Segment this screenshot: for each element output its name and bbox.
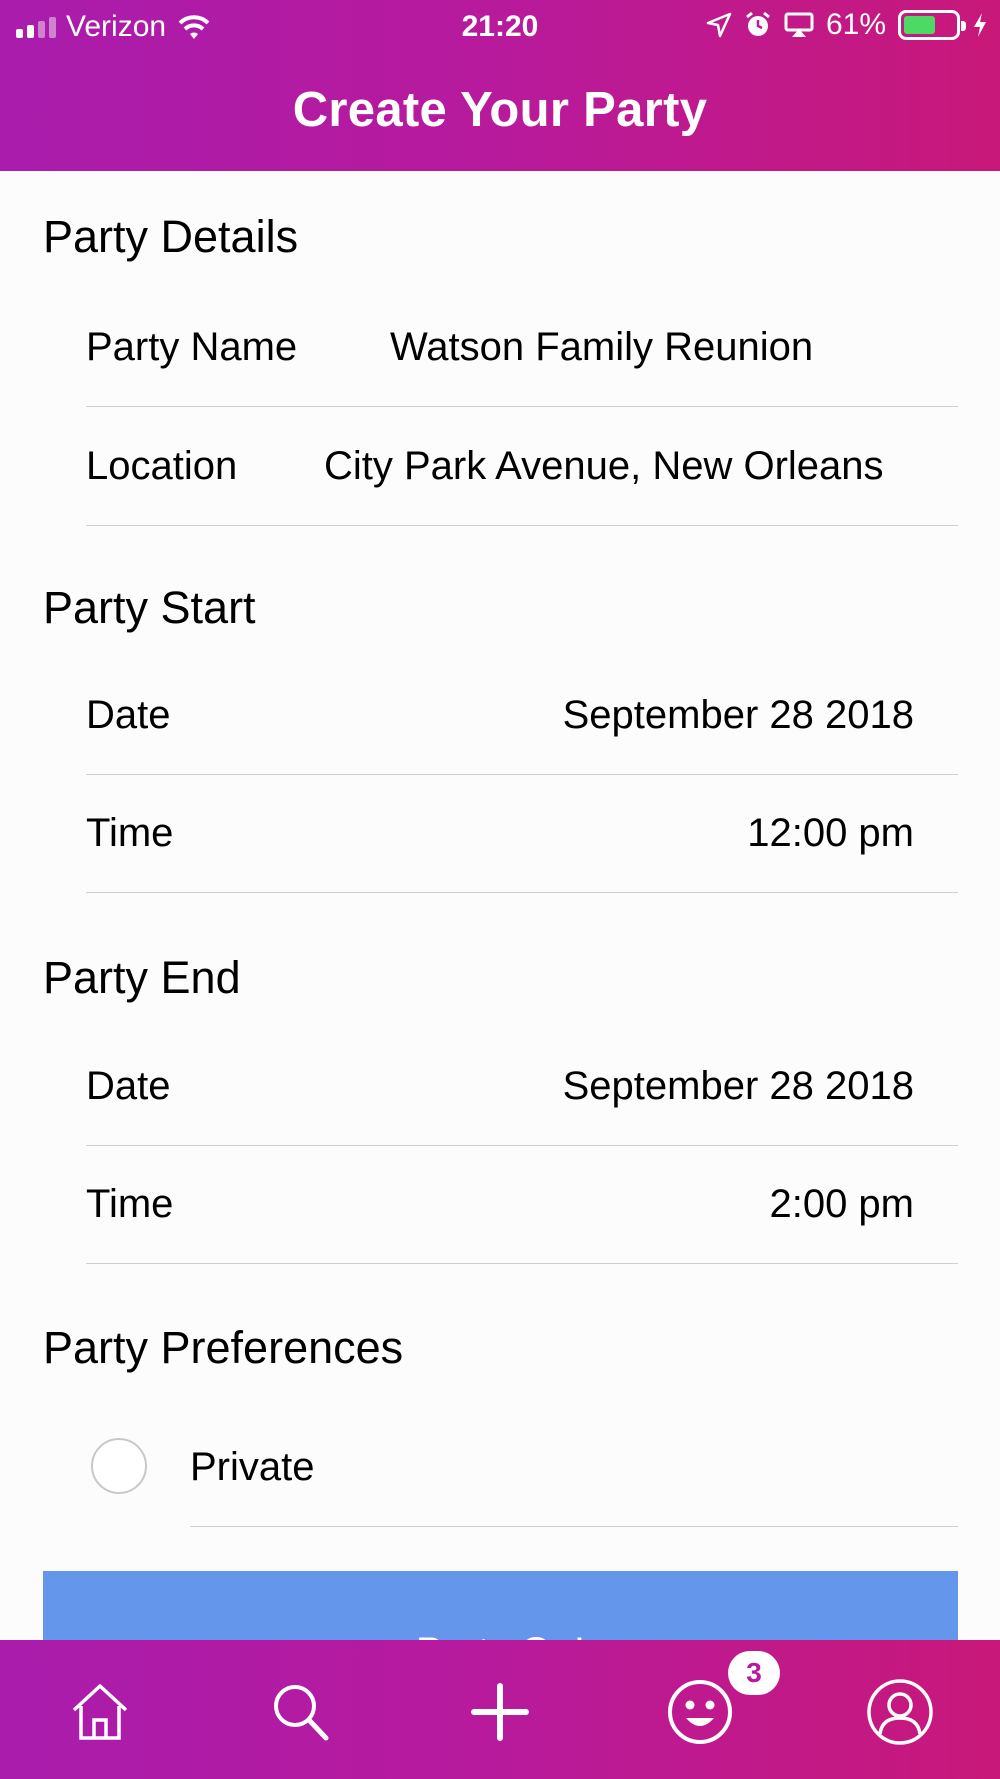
location-label: Location [86, 444, 238, 488]
status-right: 61% [706, 8, 988, 42]
section-title-party-details: Party Details [43, 211, 299, 262]
tab-home[interactable] [0, 1640, 200, 1779]
charging-bolt-icon [974, 13, 986, 37]
private-option-row[interactable]: Private [86, 1407, 958, 1527]
tab-create[interactable] [400, 1640, 600, 1779]
private-radio[interactable] [91, 1438, 147, 1494]
start-date-label: Date [86, 693, 171, 737]
airplay-icon [784, 12, 814, 37]
end-time-label: Time [86, 1182, 174, 1226]
section-title-party-end: Party End [43, 952, 241, 1003]
section-title-party-preferences: Party Preferences [43, 1322, 404, 1373]
start-time-row[interactable]: Time 12:00 pm [86, 775, 958, 893]
party-name-label: Party Name [86, 325, 298, 369]
start-time-value[interactable]: 12:00 pm [747, 811, 914, 856]
divider [190, 1526, 958, 1527]
battery-percent: 61% [825, 8, 886, 41]
profile-icon [867, 1679, 933, 1745]
notification-badge: 3 [728, 1651, 780, 1695]
top-bar: Verizon 21:20 61% Create Your Party [0, 0, 1000, 171]
start-date-row[interactable]: Date September 28 2018 [86, 657, 958, 775]
location-arrow-icon [706, 12, 732, 38]
end-date-row[interactable]: Date September 28 2018 [86, 1028, 958, 1146]
start-date-value[interactable]: September 28 2018 [563, 693, 914, 738]
end-time-row[interactable]: Time 2:00 pm [86, 1146, 958, 1264]
location-row[interactable]: Location City Park Avenue, New Orleans [86, 408, 958, 526]
plus-icon [471, 1683, 529, 1741]
alarm-icon [746, 11, 770, 36]
page-title: Create Your Party [292, 83, 708, 137]
end-date-value[interactable]: September 28 2018 [563, 1064, 914, 1109]
tab-bar [0, 1640, 1000, 1779]
section-title-party-start: Party Start [43, 582, 256, 633]
tab-profile[interactable] [800, 1640, 1000, 1779]
smiley-icon [668, 1680, 732, 1744]
home-icon [72, 1684, 128, 1740]
private-label: Private [190, 1445, 315, 1489]
status-bar: Verizon 21:20 61% [0, 0, 1000, 56]
end-date-label: Date [86, 1064, 171, 1108]
battery-fill [904, 16, 935, 34]
location-field[interactable]: City Park Avenue, New Orleans [324, 444, 914, 489]
start-time-label: Time [86, 811, 174, 855]
search-icon [274, 1685, 329, 1741]
party-name-field[interactable]: Watson Family Reunion [390, 325, 914, 370]
tab-search[interactable] [200, 1640, 400, 1779]
end-time-value[interactable]: 2:00 pm [769, 1182, 914, 1227]
party-name-row[interactable]: Party Name Watson Family Reunion [86, 289, 958, 407]
battery-icon [898, 10, 966, 40]
